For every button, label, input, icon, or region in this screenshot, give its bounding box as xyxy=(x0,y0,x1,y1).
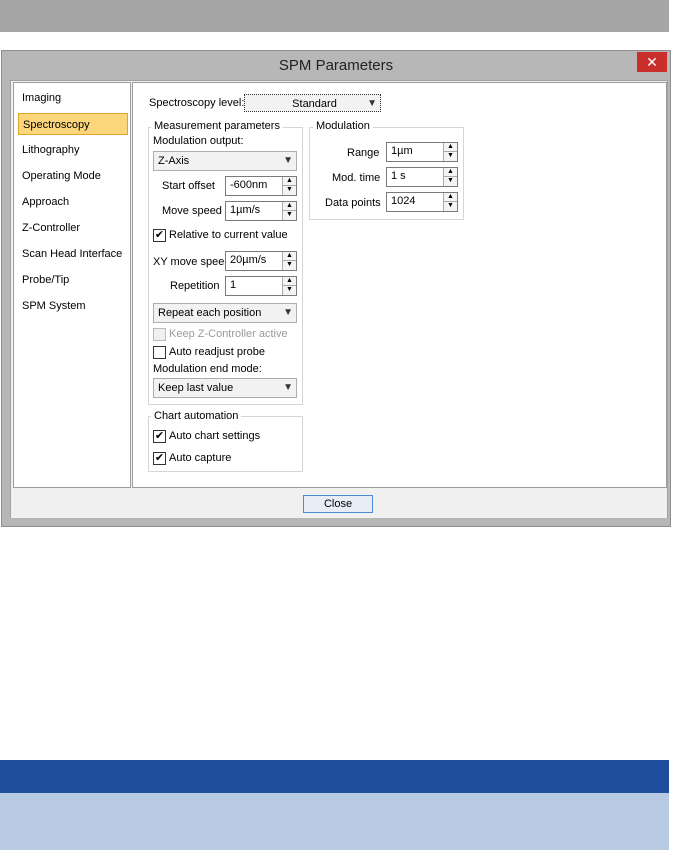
auto-capture-checkbox[interactable]: ✔ xyxy=(153,452,166,465)
nav-item-spm-system[interactable]: SPM System xyxy=(18,295,128,317)
xy-move-speed-label: XY move speed xyxy=(153,256,231,268)
data-points-spinbox[interactable]: 1024 ▲ ▼ xyxy=(386,192,458,212)
modulation-output-label: Modulation output: xyxy=(153,135,244,147)
range-label: Range xyxy=(347,147,380,159)
spectroscopy-level-value: Standard xyxy=(292,98,337,110)
spin-down-icon[interactable]: ▼ xyxy=(283,211,296,220)
nav-item-operating-mode[interactable]: Operating Mode xyxy=(18,165,128,187)
relative-to-current-label: Relative to current value xyxy=(169,229,288,241)
modulation-end-mode-dropdown[interactable]: Keep last value ▼ xyxy=(153,378,297,398)
spin-up-icon[interactable]: ▲ xyxy=(444,193,457,202)
move-speed-value: 1µm/s xyxy=(230,204,261,216)
spin-buttons: ▲ ▼ xyxy=(282,202,296,220)
spectroscopy-settings-panel: Spectroscopy level: Standard ▼ Measureme… xyxy=(132,82,667,488)
spin-buttons: ▲ ▼ xyxy=(282,277,296,295)
nav-item-scan-head-interface[interactable]: Scan Head Interface xyxy=(18,243,128,265)
chart-automation-legend: Chart automation xyxy=(151,410,242,422)
chevron-down-icon: ▼ xyxy=(367,98,377,109)
modulation-end-mode-value: Keep last value xyxy=(158,382,234,394)
move-speed-label: Move speed xyxy=(162,205,222,217)
spin-down-icon[interactable]: ▼ xyxy=(283,186,296,195)
repetition-spinbox[interactable]: 1 ▲ ▼ xyxy=(225,276,297,296)
nav-item-imaging[interactable]: Imaging xyxy=(18,87,128,109)
start-offset-spinbox[interactable]: -600nm ▲ ▼ xyxy=(225,176,297,196)
spin-up-icon[interactable]: ▲ xyxy=(444,143,457,152)
auto-readjust-probe-label: Auto readjust probe xyxy=(169,346,266,358)
repetition-label: Repetition xyxy=(170,280,220,292)
keep-z-controller-label: Keep Z-Controller active xyxy=(169,328,288,340)
chevron-down-icon: ▼ xyxy=(283,307,293,318)
measurement-parameters-legend: Measurement parameters xyxy=(151,120,283,132)
dialog-footer: Close xyxy=(11,489,667,518)
chevron-down-icon: ▼ xyxy=(283,382,293,393)
nav-item-lithography[interactable]: Lithography xyxy=(18,139,128,161)
chevron-down-icon: ▼ xyxy=(283,155,293,166)
bottom-light-band xyxy=(0,793,669,850)
mod-time-spinbox[interactable]: 1 s ▲ ▼ xyxy=(386,167,458,187)
category-nav-list: Imaging Spectroscopy Lithography Operati… xyxy=(13,82,131,488)
spin-up-icon[interactable]: ▲ xyxy=(283,277,296,286)
close-button[interactable]: Close xyxy=(303,495,373,513)
nav-item-spectroscopy[interactable]: Spectroscopy xyxy=(18,113,128,135)
spm-parameters-dialog: SPM Parameters ✕ Imaging Spectroscopy Li… xyxy=(1,50,671,527)
top-decor-bar xyxy=(0,0,669,32)
nav-item-approach[interactable]: Approach xyxy=(18,191,128,213)
repetition-value: 1 xyxy=(230,279,237,291)
title-bar: SPM Parameters ✕ xyxy=(2,51,670,81)
spin-up-icon[interactable]: ▲ xyxy=(283,252,296,261)
spin-up-icon[interactable]: ▲ xyxy=(283,177,296,186)
spectroscopy-level-label: Spectroscopy level: xyxy=(149,97,245,109)
mod-time-label: Mod. time xyxy=(332,172,381,184)
spin-buttons: ▲ ▼ xyxy=(282,252,296,270)
spin-buttons: ▲ ▼ xyxy=(443,168,457,186)
auto-readjust-probe-checkbox[interactable] xyxy=(153,346,166,359)
range-spinbox[interactable]: 1µm ▲ ▼ xyxy=(386,142,458,162)
nav-item-z-controller[interactable]: Z-Controller xyxy=(18,217,128,239)
spin-down-icon[interactable]: ▼ xyxy=(444,152,457,161)
modulation-legend: Modulation xyxy=(313,120,373,132)
spectroscopy-level-dropdown[interactable]: Standard ▼ xyxy=(244,94,381,112)
auto-chart-settings-label: Auto chart settings xyxy=(169,430,261,442)
close-window-button[interactable]: ✕ xyxy=(637,52,667,72)
spin-down-icon[interactable]: ▼ xyxy=(283,261,296,270)
start-offset-value: -600nm xyxy=(230,179,268,191)
xy-move-speed-spinbox[interactable]: 20µm/s ▲ ▼ xyxy=(225,251,297,271)
repeat-mode-dropdown[interactable]: Repeat each position ▼ xyxy=(153,303,297,323)
data-points-label: Data points xyxy=(325,197,381,209)
spin-down-icon[interactable]: ▼ xyxy=(444,202,457,211)
modulation-end-mode-label: Modulation end mode: xyxy=(153,363,262,375)
range-value: 1µm xyxy=(391,145,413,157)
modulation-output-value: Z-Axis xyxy=(158,155,190,167)
repeat-mode-value: Repeat each position xyxy=(158,307,262,319)
modulation-output-dropdown[interactable]: Z-Axis ▼ xyxy=(153,151,297,171)
keep-z-controller-checkbox[interactable] xyxy=(153,328,166,341)
spin-buttons: ▲ ▼ xyxy=(282,177,296,195)
bottom-blue-band xyxy=(0,760,669,793)
data-points-value: 1024 xyxy=(391,195,416,207)
nav-item-probe-tip[interactable]: Probe/Tip xyxy=(18,269,128,291)
spin-buttons: ▲ ▼ xyxy=(443,143,457,161)
spin-up-icon[interactable]: ▲ xyxy=(283,202,296,211)
mod-time-value: 1 s xyxy=(391,170,406,182)
xy-move-speed-value: 20µm/s xyxy=(230,254,267,266)
auto-capture-label: Auto capture xyxy=(169,452,232,464)
relative-to-current-checkbox[interactable]: ✔ xyxy=(153,229,166,242)
start-offset-label: Start offset xyxy=(162,180,215,192)
spin-down-icon[interactable]: ▼ xyxy=(444,177,457,186)
move-speed-spinbox[interactable]: 1µm/s ▲ ▼ xyxy=(225,201,297,221)
auto-chart-settings-checkbox[interactable]: ✔ xyxy=(153,430,166,443)
dialog-client-area: Imaging Spectroscopy Lithography Operati… xyxy=(10,80,668,518)
spin-buttons: ▲ ▼ xyxy=(443,193,457,211)
spin-down-icon[interactable]: ▼ xyxy=(283,286,296,295)
window-title: SPM Parameters xyxy=(278,57,394,74)
spin-up-icon[interactable]: ▲ xyxy=(444,168,457,177)
